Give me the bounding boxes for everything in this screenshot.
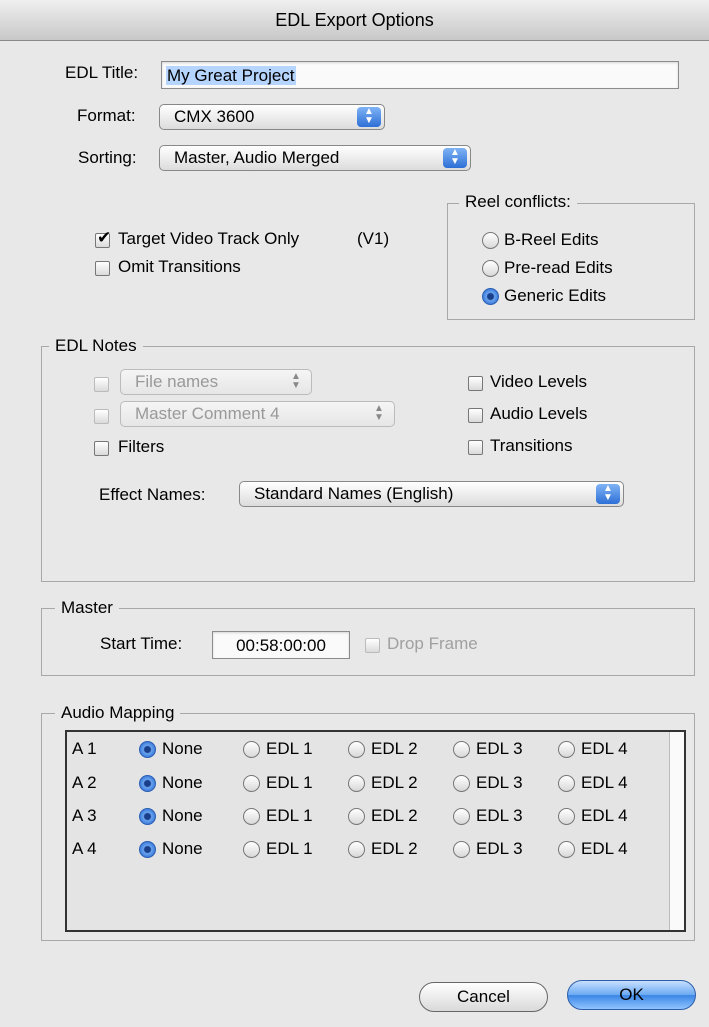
option-label: EDL 4	[581, 839, 628, 858]
video-levels-checkbox[interactable]	[468, 376, 483, 391]
pre-read-label: Pre-read Edits	[504, 258, 613, 277]
popup-arrows-icon: ▲ ▼	[357, 107, 381, 127]
a1-none-radio[interactable]	[139, 741, 156, 758]
filters-checkbox[interactable]	[94, 441, 109, 456]
target-video-label: Target Video Track Only	[118, 229, 300, 248]
option-label: EDL 2	[371, 806, 418, 825]
master-comment-checkbox[interactable]	[94, 409, 109, 424]
option-label: EDL 1	[266, 773, 313, 792]
edl-title-label: EDL Title:	[65, 63, 139, 82]
option-label: EDL 3	[476, 806, 523, 825]
target-video-checkbox[interactable]	[95, 228, 111, 248]
master-comment-popup[interactable]: Master Comment 4 ▲ ▼	[120, 401, 395, 427]
audio-mapping-list[interactable]	[65, 730, 686, 932]
a3-edl3-radio[interactable]	[453, 808, 470, 825]
file-names-value: File names	[135, 372, 219, 391]
option-label: None	[162, 773, 203, 792]
a3-edl1-radio[interactable]	[243, 808, 260, 825]
edl-notes-title: EDL Notes	[49, 336, 143, 356]
a2-none-radio[interactable]	[139, 775, 156, 792]
master-title: Master	[55, 598, 119, 618]
effect-names-label: Effect Names:	[99, 485, 206, 504]
format-label: Format:	[77, 106, 136, 125]
sorting-value: Master, Audio Merged	[174, 148, 340, 167]
a1-edl2-radio[interactable]	[348, 741, 365, 758]
pre-read-radio[interactable]	[482, 260, 499, 277]
a1-edl4-radio[interactable]	[558, 741, 575, 758]
a2-edl3-radio[interactable]	[453, 775, 470, 792]
omit-transitions-checkbox[interactable]	[95, 261, 110, 276]
audio-levels-label: Audio Levels	[490, 404, 588, 423]
file-names-checkbox[interactable]	[94, 377, 109, 392]
generic-edits-label: Generic Edits	[504, 286, 607, 305]
filters-label: Filters	[118, 437, 165, 456]
a1-edl1-radio[interactable]	[243, 741, 260, 758]
drop-frame-checkbox[interactable]	[365, 638, 380, 653]
drop-frame-label: Drop Frame	[387, 634, 478, 653]
track-label: A 2	[72, 773, 97, 792]
effect-names-value: Standard Names (English)	[254, 484, 454, 503]
option-label: EDL 2	[371, 839, 418, 858]
sorting-label: Sorting:	[78, 148, 137, 167]
popup-arrows-icon: ▲ ▼	[443, 148, 467, 168]
a4-edl4-radio[interactable]	[558, 841, 575, 858]
popup-arrows-icon: ▲ ▼	[596, 484, 620, 504]
a3-none-radio[interactable]	[139, 808, 156, 825]
a4-edl3-radio[interactable]	[453, 841, 470, 858]
a2-edl4-radio[interactable]	[558, 775, 575, 792]
audio-mapping-scrollbar[interactable]	[669, 732, 684, 930]
reel-conflicts-title: Reel conflicts:	[459, 192, 577, 212]
track-label: A 4	[72, 839, 97, 858]
a4-edl2-radio[interactable]	[348, 841, 365, 858]
a3-edl2-radio[interactable]	[348, 808, 365, 825]
option-label: EDL 4	[581, 739, 628, 758]
format-popup[interactable]: CMX 3600 ▲ ▼	[159, 104, 385, 130]
target-video-suffix: (V1)	[357, 229, 390, 248]
start-time-field[interactable]: 00:58:00:00	[212, 631, 350, 659]
omit-transitions-label: Omit Transitions	[118, 257, 241, 276]
edl-title-field[interactable]: My Great Project	[161, 61, 679, 89]
format-value: CMX 3600	[174, 107, 255, 126]
cancel-button[interactable]: Cancel	[419, 982, 548, 1012]
a2-edl2-radio[interactable]	[348, 775, 365, 792]
sorting-popup[interactable]: Master, Audio Merged ▲ ▼	[159, 145, 471, 171]
a1-edl3-radio[interactable]	[453, 741, 470, 758]
option-label: None	[162, 806, 203, 825]
b-reel-label: B-Reel Edits	[504, 230, 599, 249]
start-time-label: Start Time:	[100, 634, 183, 653]
generic-edits-radio[interactable]	[482, 288, 499, 305]
audio-levels-checkbox[interactable]	[468, 408, 483, 423]
window-title: EDL Export Options	[0, 0, 709, 41]
option-label: None	[162, 739, 203, 758]
track-label: A 3	[72, 806, 97, 825]
option-label: EDL 3	[476, 839, 523, 858]
option-label: EDL 2	[371, 773, 418, 792]
ok-button[interactable]: OK	[567, 980, 696, 1010]
option-label: EDL 3	[476, 739, 523, 758]
option-label: EDL 3	[476, 773, 523, 792]
popup-arrows-icon: ▲ ▼	[291, 371, 301, 391]
a4-edl1-radio[interactable]	[243, 841, 260, 858]
a3-edl4-radio[interactable]	[558, 808, 575, 825]
option-label: None	[162, 839, 203, 858]
option-label: EDL 2	[371, 739, 418, 758]
option-label: EDL 1	[266, 806, 313, 825]
video-levels-label: Video Levels	[490, 372, 588, 391]
edl-title-value: My Great Project	[166, 66, 296, 85]
option-label: EDL 1	[266, 739, 313, 758]
transitions-checkbox[interactable]	[468, 440, 483, 455]
transitions-label: Transitions	[490, 436, 573, 455]
option-label: EDL 1	[266, 839, 313, 858]
track-label: A 1	[72, 739, 97, 758]
a4-none-radio[interactable]	[139, 841, 156, 858]
option-label: EDL 4	[581, 773, 628, 792]
popup-arrows-icon: ▲ ▼	[374, 403, 384, 423]
b-reel-radio[interactable]	[482, 232, 499, 249]
audio-mapping-title: Audio Mapping	[55, 703, 181, 723]
a2-edl1-radio[interactable]	[243, 775, 260, 792]
effect-names-popup[interactable]: Standard Names (English) ▲ ▼	[239, 481, 624, 507]
master-comment-value: Master Comment 4	[135, 404, 280, 423]
option-label: EDL 4	[581, 806, 628, 825]
file-names-popup[interactable]: File names ▲ ▼	[120, 369, 312, 395]
